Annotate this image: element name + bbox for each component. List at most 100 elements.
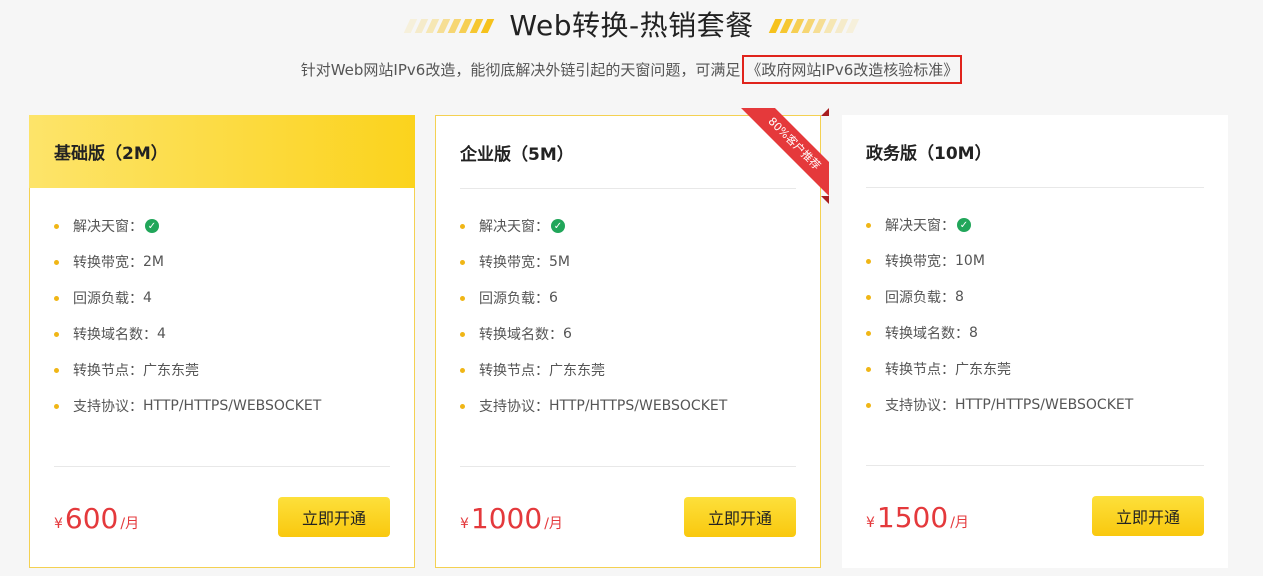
subscribe-button[interactable]: 立即开通: [278, 497, 390, 537]
currency-symbol: ¥: [54, 516, 63, 532]
feature-value: 4: [143, 290, 152, 306]
price-unit: /月: [544, 516, 563, 532]
bullet-icon: [54, 259, 59, 265]
feature-item: 转换节点： 广东东莞: [54, 352, 390, 388]
feature-label: 解决天窗：: [885, 218, 955, 234]
feature-item: 转换域名数： 6: [460, 316, 796, 352]
currency-symbol: ¥: [460, 516, 469, 532]
plan-card-enterprise: 企业版（5M） 80%客户推荐 解决天窗： ✓ 转换带宽： 5M 回源负载： 6 转换…: [435, 108, 829, 568]
decorative-stripes-right-icon: [768, 18, 859, 34]
feature-value: 2M: [143, 254, 164, 270]
bullet-icon: [460, 403, 465, 409]
feature-label: 转换节点：: [73, 363, 143, 379]
feature-value: 4: [157, 326, 166, 342]
feature-label: 回源负载：: [73, 291, 143, 307]
bullet-icon: [866, 330, 871, 336]
feature-label: 转换节点：: [479, 363, 549, 379]
feature-item: 回源负载： 6: [460, 280, 796, 316]
check-icon: ✓: [957, 218, 971, 232]
currency-symbol: ¥: [866, 515, 875, 531]
feature-label: 转换域名数：: [479, 327, 563, 343]
subtitle: 针对Web网站IPv6改造，能彻底解决外链引起的天窗问题，可满足 《政府网站IP…: [0, 55, 1263, 84]
feature-list: 解决天窗： ✓ 转换带宽： 2M 回源负载： 4 转换域名数： 4 转换节点： 广东东莞 …: [54, 208, 390, 424]
subscribe-button[interactable]: 立即开通: [1092, 496, 1204, 536]
feature-label: 转换带宽：: [479, 255, 549, 271]
feature-value: 6: [563, 326, 572, 342]
feature-label: 回源负载：: [479, 291, 549, 307]
standard-link[interactable]: 《政府网站IPv6改造核验标准》: [742, 55, 963, 84]
price-amount: 1500: [876, 501, 949, 534]
bullet-icon: [460, 331, 465, 337]
feature-list: 解决天窗： ✓ 转换带宽： 10M 回源负载： 8 转换域名数： 8 转换节点： 广东东莞…: [866, 207, 1204, 423]
price-unit: /月: [950, 515, 969, 531]
feature-value: 10M: [955, 253, 985, 269]
divider: [460, 466, 796, 467]
feature-item: 支持协议： HTTP/HTTPS/WEBSOCKET: [866, 387, 1204, 423]
feature-item: 解决天窗： ✓: [54, 208, 390, 244]
feature-item: 解决天窗： ✓: [866, 207, 1204, 243]
feature-list: 解决天窗： ✓ 转换带宽： 5M 回源负载： 6 转换域名数： 6 转换节点： 广东东莞 …: [460, 208, 796, 424]
bullet-icon: [460, 259, 465, 265]
bullet-icon: [866, 366, 871, 372]
feature-item: 转换带宽： 5M: [460, 244, 796, 280]
subscribe-button[interactable]: 立即开通: [684, 497, 796, 537]
bullet-icon: [54, 223, 59, 229]
feature-item: 转换节点： 广东东莞: [866, 351, 1204, 387]
feature-label: 转换节点：: [885, 362, 955, 378]
feature-label: 解决天窗：: [73, 219, 143, 235]
feature-label: 支持协议：: [73, 399, 143, 415]
feature-label: 转换域名数：: [885, 326, 969, 342]
feature-item: 支持协议： HTTP/HTTPS/WEBSOCKET: [54, 388, 390, 424]
bullet-icon: [460, 367, 465, 373]
feature-label: 回源负载：: [885, 290, 955, 306]
feature-value: 6: [549, 290, 558, 306]
feature-item: 回源负载： 8: [866, 279, 1204, 315]
feature-value: HTTP/HTTPS/WEBSOCKET: [143, 398, 322, 414]
feature-value: 广东东莞: [955, 362, 1011, 378]
feature-label: 转换带宽：: [885, 254, 955, 270]
feature-value: 广东东莞: [549, 363, 605, 379]
title-row: Web转换-热销套餐: [0, 6, 1263, 46]
price-amount: 1000: [470, 502, 543, 535]
bullet-icon: [54, 295, 59, 301]
check-icon: ✓: [145, 219, 159, 233]
ribbon-fold-icon: [821, 196, 829, 204]
feature-label: 转换域名数：: [73, 327, 157, 343]
divider: [54, 466, 390, 467]
bullet-icon: [866, 258, 871, 264]
feature-value: 广东东莞: [143, 363, 199, 379]
feature-item: 转换带宽： 10M: [866, 243, 1204, 279]
feature-label: 转换带宽：: [73, 255, 143, 271]
recommend-ribbon: 80%客户推荐: [733, 108, 829, 204]
feature-value: HTTP/HTTPS/WEBSOCKET: [549, 398, 728, 414]
feature-label: 解决天窗：: [479, 219, 549, 235]
price-amount: 600: [64, 502, 119, 535]
plan-title: 基础版（2M）: [29, 115, 415, 188]
bullet-icon: [54, 331, 59, 337]
plan-price: ¥ 1000 /月: [460, 502, 563, 535]
subtitle-text: 针对Web网站IPv6改造，能彻底解决外链引起的天窗问题，可满足: [300, 61, 741, 79]
feature-value: 5M: [549, 254, 570, 270]
bullet-icon: [866, 222, 871, 228]
page-title: Web转换-热销套餐: [509, 9, 754, 42]
feature-value: 8: [955, 289, 964, 305]
pricing-header: Web转换-热销套餐 针对Web网站IPv6改造，能彻底解决外链引起的天窗问题，…: [0, 0, 1263, 100]
price-unit: /月: [120, 516, 140, 532]
ribbon-fold-icon: [821, 108, 829, 116]
feature-item: 转换域名数： 8: [866, 315, 1204, 351]
feature-label: 支持协议：: [885, 398, 955, 414]
divider: [866, 187, 1204, 188]
bullet-icon: [866, 402, 871, 408]
bullet-icon: [866, 294, 871, 300]
feature-item: 支持协议： HTTP/HTTPS/WEBSOCKET: [460, 388, 796, 424]
feature-item: 转换节点： 广东东莞: [460, 352, 796, 388]
feature-item: 回源负载： 4: [54, 280, 390, 316]
bullet-icon: [460, 295, 465, 301]
bullet-icon: [54, 403, 59, 409]
check-icon: ✓: [551, 219, 565, 233]
plan-card-government: 政务版（10M） 解决天窗： ✓ 转换带宽： 10M 回源负载： 8 转换域名数： 8 …: [842, 115, 1228, 568]
ribbon-label: 80%客户推荐: [739, 108, 829, 199]
feature-item: 解决天窗： ✓: [460, 208, 796, 244]
bullet-icon: [460, 223, 465, 229]
bullet-icon: [54, 367, 59, 373]
